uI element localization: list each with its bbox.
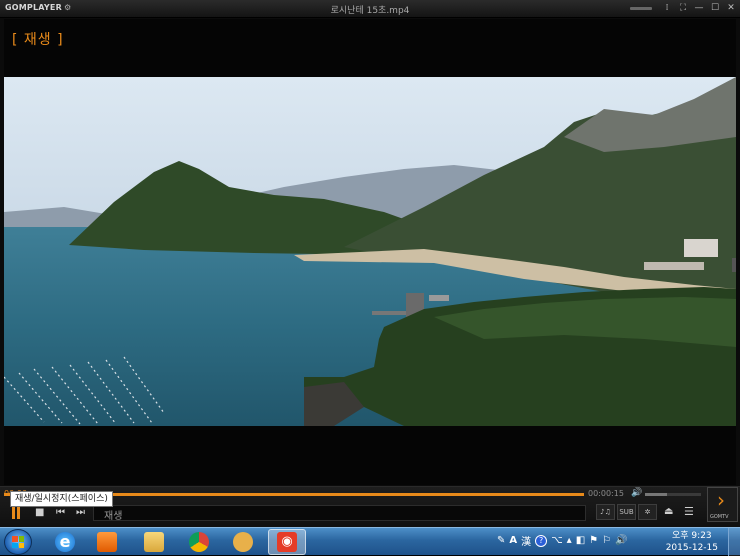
tray-expand-icon[interactable]: ▴	[567, 535, 572, 546]
network-icon[interactable]: ◧	[576, 535, 585, 546]
help-icon[interactable]: ?	[535, 534, 548, 547]
windows-logo-icon	[12, 536, 24, 548]
status-text: 재생	[104, 511, 123, 522]
gomtv-label: GOMTV	[710, 514, 729, 520]
taskbar-gom-player[interactable]: ◉	[268, 529, 306, 555]
ime-settings-icon[interactable]: ⌥	[551, 535, 563, 546]
taskbar-chrome[interactable]	[180, 529, 218, 555]
taskbar-file-explorer[interactable]	[135, 529, 173, 555]
minimize-icon[interactable]: —	[694, 3, 704, 14]
system-tray: ✎ A 漢 ? ⌥ ▴ ◧ ⚑ ⚐ 🔊	[497, 533, 628, 548]
volume-level	[645, 493, 668, 496]
video-scene	[4, 77, 736, 426]
play-pause-tooltip: 재생/일시정지(스페이스)	[10, 491, 113, 507]
windows-taskbar: e ◉ ✎ A 漢 ? ⌥ ▴ ◧ ⚑ ⚐ 🔊 오후 9:23 2015-12-…	[0, 527, 740, 556]
eject-icon[interactable]: ⏏	[664, 506, 673, 517]
clock-date: 2015-12-15	[665, 543, 718, 553]
clock-time: 오후 9:23	[672, 531, 712, 541]
duration-time: 00:00:15	[588, 489, 624, 498]
video-area[interactable]: [ 재생 ]	[4, 19, 736, 485]
stop-button[interactable]: ■	[35, 507, 44, 518]
action-center-icon[interactable]: ⚐	[602, 535, 611, 546]
volume-tray-icon[interactable]: 🔊	[615, 535, 627, 546]
video-frame[interactable]	[4, 77, 736, 426]
keyboard-icon[interactable]: ✎	[497, 535, 505, 546]
mascot-app-icon	[233, 532, 253, 552]
taskbar-media-player[interactable]	[88, 529, 126, 555]
clock[interactable]: 오후 9:23 2015-12-15	[666, 530, 718, 554]
previous-button[interactable]: ⏮	[56, 507, 65, 518]
file-explorer-icon	[144, 532, 164, 552]
compact-mode-icon[interactable]: ⁞	[662, 3, 672, 14]
windows-flag-icon[interactable]: ⚑	[589, 535, 598, 546]
media-player-icon	[97, 532, 117, 552]
chevron-right-icon: ›	[717, 488, 725, 512]
equalizer-button[interactable]: ♪♫	[596, 504, 615, 520]
next-button[interactable]: ⏭	[76, 507, 85, 518]
taskbar-mascot-app[interactable]	[224, 529, 262, 555]
chrome-icon	[189, 532, 209, 552]
window-title: 로시난테 15초.mp4	[330, 6, 410, 16]
taskbar-internet-explorer[interactable]: e	[46, 529, 84, 555]
internet-explorer-icon: e	[55, 532, 75, 552]
start-button[interactable]	[4, 529, 32, 555]
title-bar[interactable]: GOMPLAYER ⚙ 로시난테 15초.mp4 ⁞ ⛶ — ☐ ✕	[0, 0, 740, 18]
playback-status-osd: [ 재생 ]	[12, 32, 64, 48]
gom-player-window: GOMPLAYER ⚙ 로시난테 15초.mp4 ⁞ ⛶ — ☐ ✕ [ 재생 ]	[0, 0, 740, 527]
menu-icon[interactable]: ☰	[684, 505, 694, 518]
playlist-toggle-handle[interactable]	[732, 258, 736, 272]
window-buttons: ⁞ ⛶ — ☐ ✕	[630, 3, 736, 14]
fullscreen-icon[interactable]: ⛶	[678, 3, 688, 14]
gomtv-button[interactable]: › GOMTV	[707, 487, 738, 522]
volume-slider[interactable]	[645, 493, 701, 496]
hanja-toggle[interactable]: 漢	[521, 533, 531, 548]
close-icon[interactable]: ✕	[726, 3, 736, 14]
show-desktop-button[interactable]	[728, 528, 740, 556]
control-panel-button[interactable]: ✲	[638, 504, 657, 520]
status-field: 재생	[93, 505, 586, 522]
opacity-slider[interactable]	[630, 7, 652, 10]
speaker-icon[interactable]: 🔊	[631, 488, 642, 498]
subtitle-button[interactable]: SUB	[617, 504, 636, 520]
pause-button[interactable]	[12, 507, 20, 519]
gom-player-icon: ◉	[277, 532, 297, 552]
input-language[interactable]: A	[509, 535, 517, 546]
maximize-icon[interactable]: ☐	[710, 3, 720, 14]
